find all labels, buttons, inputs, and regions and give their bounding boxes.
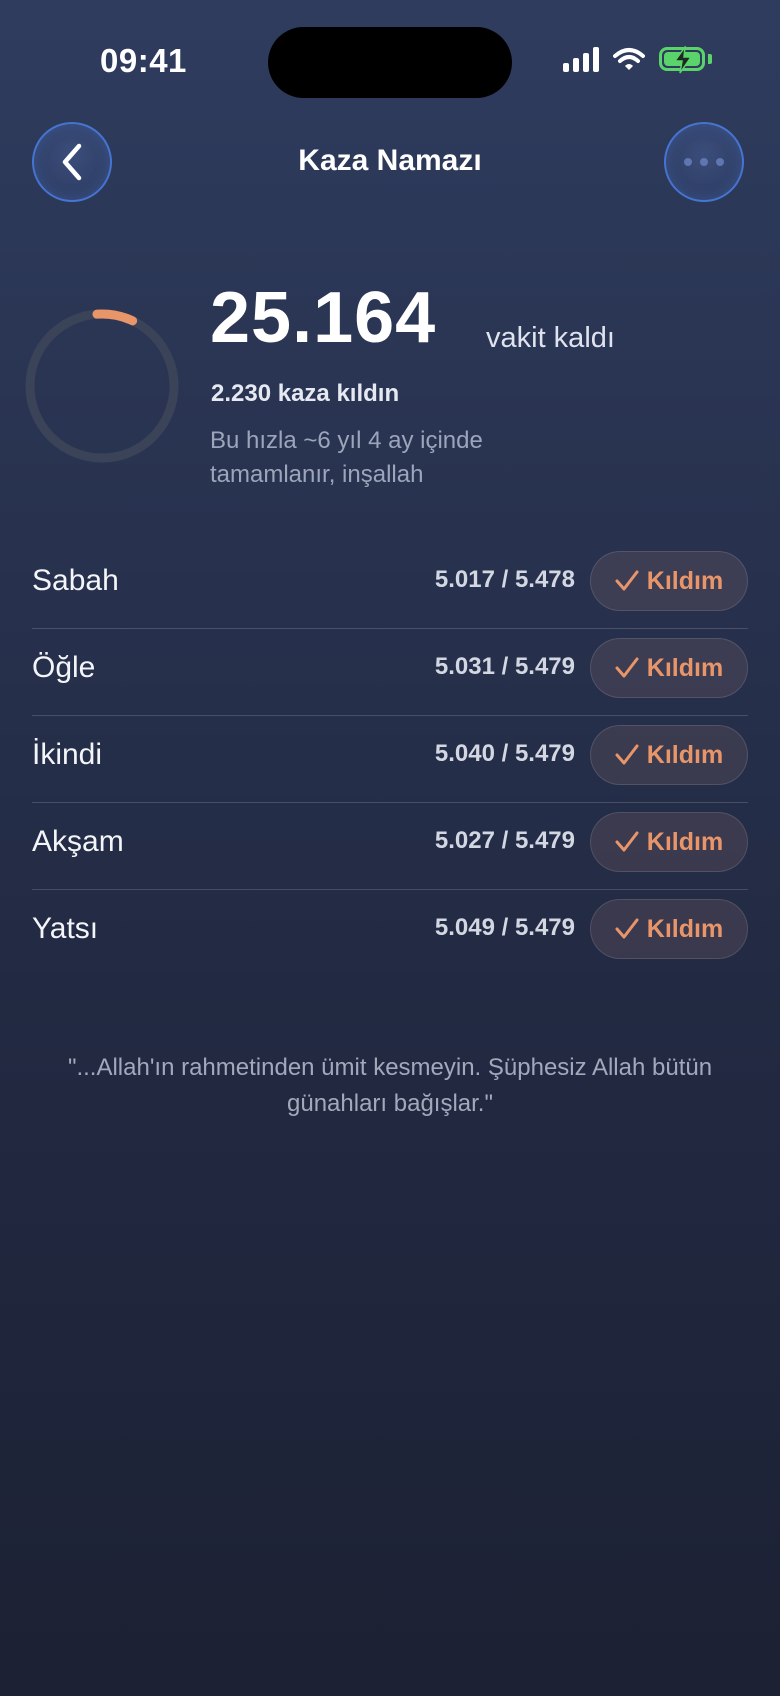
kildim-button-label: Kıldım (646, 566, 724, 595)
checkmark-icon (615, 831, 639, 852)
prayer-count: 5.031 / 5.479 (434, 653, 575, 680)
more-options-button[interactable] (664, 122, 744, 202)
checkmark-icon (615, 657, 639, 678)
remaining-label: vakit kaldı (486, 322, 615, 354)
prayer-row-yatsi: Yatsı 5.049 / 5.479 Kıldım (32, 890, 748, 976)
battery-cap (708, 54, 712, 64)
remaining-count: 25.164 (210, 278, 437, 358)
kildim-button-yatsi[interactable]: Kıldım (590, 899, 748, 959)
prayer-row-sabah: Sabah 5.017 / 5.478 Kıldım (32, 542, 748, 629)
prayer-row-ogle: Öğle 5.031 / 5.479 Kıldım (32, 629, 748, 716)
wifi-icon (613, 48, 645, 70)
progress-ring (25, 309, 179, 463)
completed-count: 2.230 kaza kıldın (211, 380, 400, 407)
page-title: Kaza Namazı (298, 144, 482, 177)
status-bar: 09:41 (0, 0, 780, 120)
prayer-name: Sabah (32, 564, 119, 597)
kildim-button-label: Kıldım (646, 653, 724, 682)
kildim-button-sabah[interactable]: Kıldım (590, 551, 748, 611)
prayer-row-aksam: Akşam 5.027 / 5.479 Kıldım (32, 803, 748, 890)
kildim-button-aksam[interactable]: Kıldım (590, 812, 748, 872)
prayer-row-ikindi: İkindi 5.040 / 5.479 Kıldım (32, 716, 748, 803)
prayer-count: 5.027 / 5.479 (434, 827, 575, 854)
prayer-list: Sabah 5.017 / 5.478 Kıldım Öğle 5.031 / … (32, 542, 748, 976)
checkmark-icon (615, 918, 639, 939)
prayer-name: İkindi (32, 738, 103, 771)
kildim-button-ogle[interactable]: Kıldım (590, 638, 748, 698)
cellular-signal-icon (563, 46, 599, 72)
prayer-name: Öğle (32, 651, 96, 684)
kildim-button-label: Kıldım (646, 827, 724, 856)
prayer-count: 5.049 / 5.479 (434, 914, 575, 941)
prayer-count: 5.017 / 5.478 (434, 566, 575, 593)
checkmark-icon (615, 570, 639, 591)
status-icons (563, 46, 712, 74)
quote-text: "...Allah'ın rahmetinden ümit kesmeyin. … (67, 1054, 713, 1117)
kildim-button-ikindi[interactable]: Kıldım (590, 725, 748, 785)
status-time: 09:41 (100, 42, 187, 79)
completion-estimate: Bu hızla ~6 yıl 4 ay içinde tamamlanır, … (210, 427, 483, 488)
ellipsis-icon (684, 158, 724, 166)
checkmark-icon (615, 744, 639, 765)
kildim-button-label: Kıldım (646, 914, 724, 943)
prayer-name: Yatsı (32, 912, 99, 945)
progress-ring-track (25, 309, 179, 463)
kildim-button-label: Kıldım (646, 740, 724, 769)
prayer-count: 5.040 / 5.479 (434, 740, 575, 767)
battery-icon (659, 46, 705, 74)
prayer-name: Akşam (32, 825, 124, 858)
dynamic-island (268, 27, 512, 98)
